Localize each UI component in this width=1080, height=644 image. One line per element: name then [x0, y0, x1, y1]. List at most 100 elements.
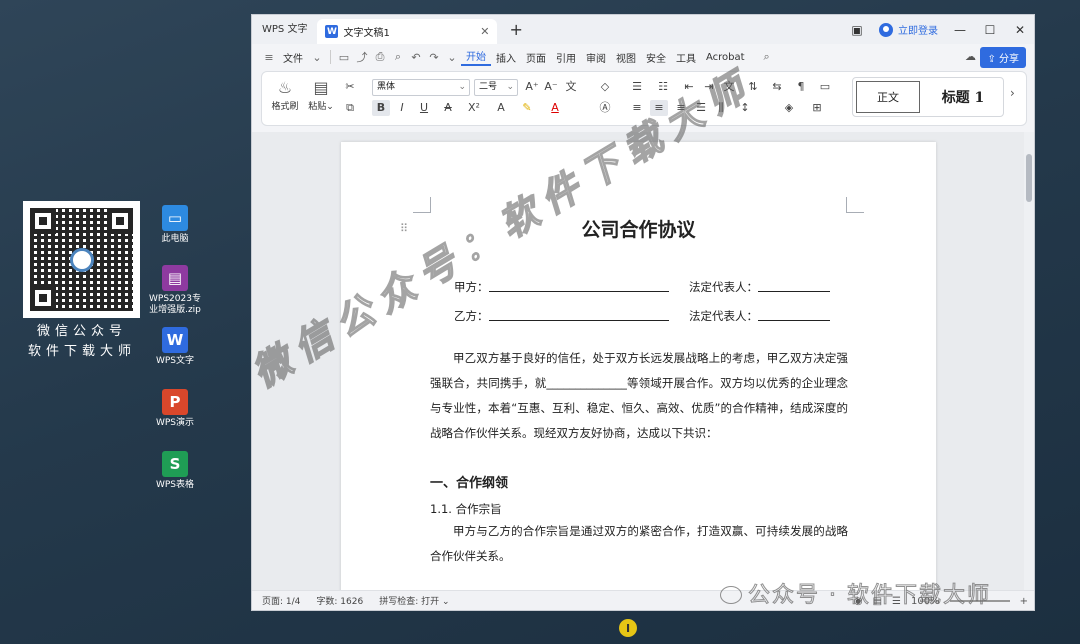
close-tab-icon[interactable]: ✕: [480, 25, 489, 38]
chevron-right-icon[interactable]: ›: [1010, 86, 1015, 100]
style-gallery: 正文 标题 1: [852, 77, 1004, 117]
avatar-icon: [879, 22, 893, 37]
tab-security[interactable]: 安全: [641, 50, 671, 65]
italic-icon[interactable]: I: [393, 100, 411, 116]
copy-icon[interactable]: ⧉: [341, 100, 359, 116]
party-a-blank[interactable]: [488, 280, 669, 292]
zoom-in-icon[interactable]: +: [1020, 596, 1028, 607]
tab-page[interactable]: 页面: [521, 50, 551, 65]
share-button[interactable]: ⇪ 分享: [980, 47, 1026, 68]
show-marks-icon[interactable]: ¶: [792, 79, 810, 95]
maximize-icon[interactable]: ☐: [982, 23, 998, 37]
legal-rep-blank[interactable]: [758, 280, 830, 292]
phonetic-icon[interactable]: 文: [562, 79, 580, 95]
border-icon[interactable]: ⊞: [808, 100, 826, 116]
window-layout-icon[interactable]: ▣: [849, 23, 865, 37]
party-b-blank[interactable]: [488, 309, 669, 321]
more-dropdown-icon[interactable]: ⌄: [443, 51, 461, 64]
legal-rep-blank[interactable]: [758, 309, 830, 321]
wps-presentation-icon: P: [162, 389, 188, 415]
wps-spreadsheet-icon: S: [162, 451, 188, 477]
bottom-watermark: 公众号 · 软件下载大师: [720, 577, 991, 609]
cut-icon[interactable]: ✂: [341, 79, 359, 95]
chevron-down-icon: ⌄: [458, 82, 466, 92]
redo-icon[interactable]: ↷: [425, 51, 443, 64]
margin-corner: [413, 197, 431, 213]
print-preview-icon[interactable]: ⌕: [389, 50, 407, 64]
paste-button[interactable]: ▤ 粘贴⌄: [304, 77, 338, 112]
underline-icon[interactable]: U: [415, 100, 433, 116]
subsection-paragraph: 甲方与乙方的合作宗旨是通过双方的紧密合作，打造双赢、可持续发展的战略合作伙伴关系…: [430, 524, 848, 563]
desktop-icon-archive[interactable]: ▤ WPS2023专业增强版.zip: [145, 265, 205, 316]
page-count[interactable]: 页面: 1/4: [262, 594, 300, 607]
shading-icon[interactable]: ◈: [780, 100, 798, 116]
save-icon[interactable]: ▭: [335, 51, 353, 64]
share-label: 分享: [999, 54, 1019, 65]
font-size-value: 二号: [479, 82, 498, 92]
print-icon[interactable]: ⎙: [371, 50, 389, 64]
font-color-icon[interactable]: A: [546, 100, 564, 116]
tab-reference[interactable]: 引用: [551, 50, 581, 65]
text-effect-icon[interactable]: A: [492, 100, 510, 116]
legal-rep-label: 法定代表人：: [689, 309, 758, 323]
document-page[interactable]: ⠿ 公司合作协议 甲方： 法定代表人： 乙方： 法定代表人： 甲乙双方基于良好的…: [341, 142, 936, 602]
desktop-icon-label: WPS演示: [155, 418, 195, 428]
desktop-icon-wps-presentation[interactable]: P WPS演示: [145, 389, 205, 429]
bold-icon[interactable]: B: [372, 100, 390, 116]
file-dropdown-icon[interactable]: ⌄: [308, 51, 326, 64]
document-tab-label: 文字文稿1: [343, 28, 390, 39]
wps-writer-icon: W: [162, 327, 188, 353]
highlight-icon[interactable]: ✎: [518, 100, 536, 116]
word-count[interactable]: 字数: 1626: [316, 594, 363, 607]
chevron-down-icon: ⌄: [506, 82, 514, 92]
tab-review[interactable]: 审阅: [581, 50, 611, 65]
document-tab[interactable]: W 文字文稿1 ✕: [317, 19, 498, 44]
font-size-select[interactable]: 二号 ⌄: [474, 79, 518, 96]
section-heading: 一、合作纲领: [430, 476, 509, 491]
text-direction-icon[interactable]: ⇆: [768, 79, 786, 95]
desktop-icon-label: WPS2023专业增强版.zip: [149, 294, 201, 315]
search-icon[interactable]: ⌕: [758, 50, 776, 64]
hamburger-icon[interactable]: ≡: [260, 51, 278, 64]
desktop-icon-wps-spreadsheet[interactable]: S WPS表格: [145, 451, 205, 491]
undo-icon[interactable]: ↶: [407, 51, 425, 64]
login-button[interactable]: 立即登录: [879, 22, 938, 37]
table-borders-icon[interactable]: ▭: [816, 79, 834, 95]
qr-caption: 微信公众号 软件下载大师: [18, 322, 146, 362]
tab-view[interactable]: 视图: [611, 50, 641, 65]
font-family-value: 黑体: [377, 82, 396, 92]
new-tab-icon[interactable]: +: [509, 20, 522, 39]
legal-rep-label: 法定代表人：: [689, 280, 758, 294]
archive-icon: ▤: [162, 265, 188, 291]
font-family-select[interactable]: 黑体 ⌄: [372, 79, 470, 96]
clear-format-icon[interactable]: ◇: [596, 79, 614, 95]
tab-insert[interactable]: 插入: [491, 50, 521, 65]
desktop-icon-wps-writer[interactable]: W WPS文字: [145, 327, 205, 367]
desktop-icon-this-pc[interactable]: ▭ 此电脑: [145, 205, 205, 245]
scrollbar-thumb[interactable]: [1026, 154, 1032, 202]
strikethrough-icon[interactable]: A: [439, 100, 457, 116]
close-window-icon[interactable]: ✕: [1012, 23, 1028, 37]
format-painter-button[interactable]: ♨ 格式刷: [268, 77, 302, 112]
menu-file[interactable]: 文件: [278, 50, 308, 65]
superscript-icon[interactable]: X²: [465, 100, 483, 116]
intro-paragraph: 甲乙双方基于良好的信任，处于双方长远发展战略上的考虑，甲乙双方决定强强联合，共同…: [430, 351, 848, 440]
tab-home[interactable]: 开始: [461, 48, 491, 66]
shrink-font-icon[interactable]: A⁻: [542, 79, 560, 95]
legal-rep-b-line: 法定代表人：: [689, 308, 830, 324]
style-normal[interactable]: 正文: [856, 81, 920, 113]
grow-font-icon[interactable]: A⁺: [523, 79, 541, 95]
minimize-icon[interactable]: —: [952, 23, 968, 37]
spell-check-toggle[interactable]: 拼写检查: 打开 ⌄: [379, 594, 449, 607]
party-a-line: 甲方：: [454, 279, 669, 295]
legal-rep-a-line: 法定代表人：: [689, 279, 830, 295]
style-heading-1[interactable]: 标题 1: [923, 78, 1003, 116]
cloud-sync-icon[interactable]: ☁: [965, 50, 976, 63]
clipboard-icon: ▤: [313, 78, 329, 97]
vertical-scrollbar[interactable]: [1024, 132, 1034, 595]
tab-tools[interactable]: 工具: [671, 50, 701, 65]
app-tab[interactable]: WPS 文字: [252, 15, 317, 44]
char-border-icon[interactable]: Ⓐ: [596, 100, 614, 116]
bullet-list-icon[interactable]: ☰: [628, 79, 646, 95]
export-icon[interactable]: ⤴: [353, 49, 371, 65]
